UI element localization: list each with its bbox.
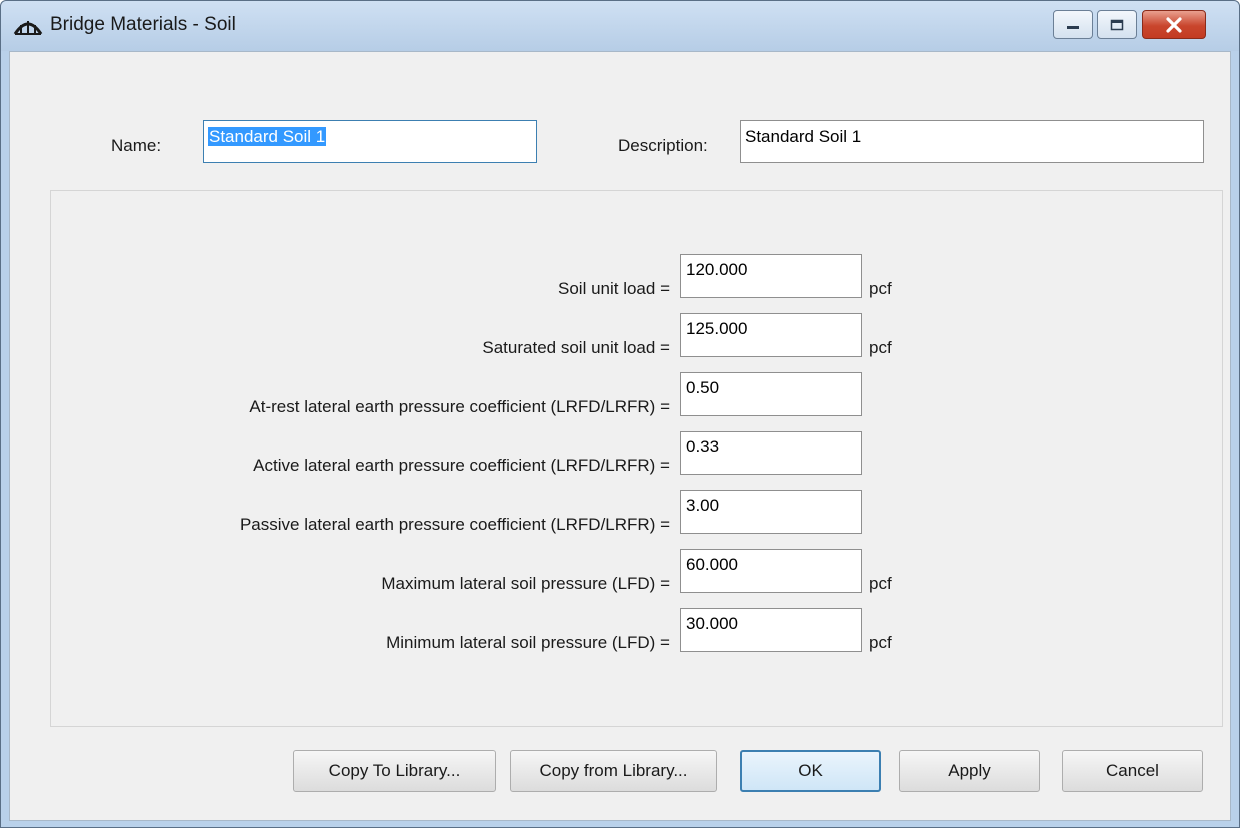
max-lateral-pressure-label: Maximum lateral soil pressure (LFD) = [381,574,670,593]
at-rest-coefficient-input[interactable]: 0.50 [680,372,862,416]
minimize-button[interactable] [1053,10,1093,39]
minimize-icon [1067,25,1079,29]
active-coefficient-input[interactable]: 0.33 [680,431,862,475]
dialog-client-area: Name: Standard Soil 1 Description: Stand… [9,51,1231,821]
name-value: Standard Soil 1 [208,127,327,146]
copy-from-library-button[interactable]: Copy from Library... [510,750,717,792]
soil-unit-load-label: Soil unit load = [558,279,670,298]
min-lateral-pressure-unit: pcf [869,633,892,652]
soil-unit-load-input[interactable]: 120.000 [680,254,862,298]
title-bar[interactable]: Bridge Materials - Soil [1,1,1239,51]
name-field[interactable]: Standard Soil 1 [203,120,537,163]
max-lateral-pressure-input[interactable]: 60.000 [680,549,862,593]
saturated-soil-unit-load-input[interactable]: 125.000 [680,313,862,357]
soil-unit-load-unit: pcf [869,279,892,298]
description-label: Description: [618,136,708,155]
window-title: Bridge Materials - Soil [50,14,236,35]
name-label: Name: [111,136,162,155]
maximize-icon [1110,19,1124,30]
close-button[interactable] [1142,10,1206,39]
passive-coefficient-input[interactable]: 3.00 [680,490,862,534]
maximize-button[interactable] [1097,10,1137,39]
active-coefficient-label: Active lateral earth pressure coefficien… [253,456,670,475]
at-rest-coefficient-label: At-rest lateral earth pressure coefficie… [249,397,670,416]
max-lateral-pressure-unit: pcf [869,574,892,593]
saturated-soil-unit-load-unit: pcf [869,338,892,357]
passive-coefficient-label: Passive lateral earth pressure coefficie… [239,515,670,534]
bridge-icon [13,21,43,35]
min-lateral-pressure-input[interactable]: 30.000 [680,608,862,652]
copy-to-library-button[interactable]: Copy To Library... [293,750,496,792]
close-icon [1166,16,1182,33]
ok-button[interactable]: OK [740,750,881,792]
saturated-soil-unit-load-label: Saturated soil unit load = [482,338,670,357]
min-lateral-pressure-label: Minimum lateral soil pressure (LFD) = [386,633,670,652]
description-value: Standard Soil 1 [745,127,862,146]
cancel-button[interactable]: Cancel [1062,750,1203,792]
description-field[interactable]: Standard Soil 1 [740,120,1204,163]
apply-button[interactable]: Apply [899,750,1040,792]
dialog-window: Bridge Materials - Soil Name: Standard S… [0,0,1240,828]
